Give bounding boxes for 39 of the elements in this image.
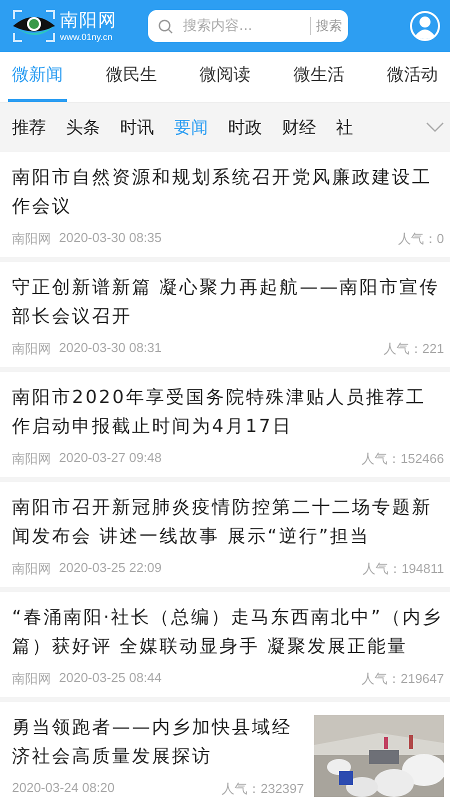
article-title[interactable]: 南阳市2020年享受国务院特殊津贴人员推荐工作启动申报截止时间为4月17日 [12, 383, 444, 441]
chevron-down-icon[interactable] [426, 122, 444, 133]
article-source: 南阳网 [12, 670, 51, 688]
category-tab[interactable]: 时政 [228, 116, 262, 139]
article-source: 南阳网 [12, 450, 51, 468]
article-title[interactable]: 南阳市自然资源和规划系统召开党风廉政建设工作会议 [12, 163, 444, 221]
search-icon [158, 18, 173, 34]
popularity-count: 人气：219647 [362, 670, 444, 688]
article-date: 2020-03-25 22:09 [59, 560, 162, 577]
article-date: 2020-03-24 08:20 [12, 780, 115, 797]
popularity-count: 人气：0 [398, 230, 444, 248]
article-source: 南阳网 [12, 560, 51, 578]
site-name: 南阳网 [60, 10, 117, 32]
section-tab[interactable]: 微生活 [289, 52, 348, 102]
article-title[interactable]: “春涌南阳·社长（总编）走马东西南北中”（内乡篇）获好评 全媒联动显身手 凝聚发展正能量 [12, 603, 444, 661]
article-date: 2020-03-27 09:48 [59, 450, 162, 467]
category-tab[interactable]: 推荐 [12, 116, 46, 139]
popularity-count: 人气：232397 [222, 780, 304, 798]
site-url: www.01ny.cn [60, 32, 114, 42]
section-tab[interactable]: 微活动 [383, 52, 442, 102]
category-tab[interactable]: 财经 [282, 116, 316, 139]
article-date: 2020-03-30 08:31 [59, 340, 162, 357]
article-source: 南阳网 [12, 340, 51, 358]
article-title[interactable]: 南阳市召开新冠肺炎疫情防控第二十二场专题新闻发布会 讲述一线故事 展示“逆行”担当 [12, 493, 444, 551]
article-title[interactable]: 勇当领跑者——内乡加快县域经济社会高质量发展探访 [12, 713, 304, 771]
popularity-count: 人气：152466 [362, 450, 444, 468]
article-source: 南阳网 [12, 230, 51, 248]
article-date: 2020-03-25 08:44 [59, 670, 162, 687]
article-date: 2020-03-30 08:35 [59, 230, 162, 247]
category-tab[interactable]: 时讯 [120, 116, 154, 139]
section-tab[interactable]: 微阅读 [196, 52, 254, 102]
category-tab[interactable]: 社 [336, 116, 353, 139]
popularity-count: 人气：194811 [362, 560, 444, 578]
category-tab[interactable]: 头条 [66, 116, 100, 139]
eye-logo-icon [12, 9, 56, 43]
article-title[interactable]: 守正创新谱新篇 凝心聚力再起航——南阳市宣传部长会议召开 [12, 273, 444, 331]
user-avatar-icon[interactable] [410, 11, 440, 41]
section-tab[interactable]: 微民生 [102, 52, 161, 102]
popularity-count: 人气：221 [383, 340, 444, 358]
